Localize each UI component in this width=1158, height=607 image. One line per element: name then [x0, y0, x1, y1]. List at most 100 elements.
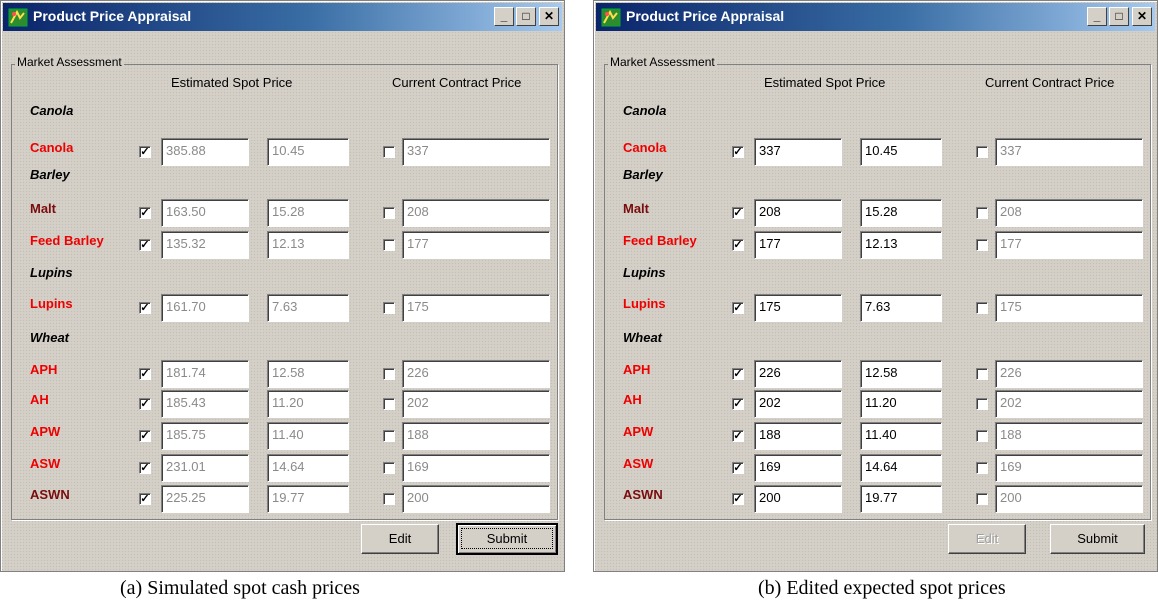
contract-checkbox[interactable]	[976, 146, 988, 158]
spot-checkbox[interactable]: ✓	[139, 493, 151, 505]
spot-price-field[interactable]: 177	[754, 231, 842, 259]
contract-price-field[interactable]: 226	[995, 360, 1143, 388]
spot-adjust-field[interactable]: 10.45	[267, 138, 349, 166]
contract-checkbox[interactable]	[383, 239, 395, 251]
spot-price-field[interactable]: 181.74	[161, 360, 249, 388]
spot-price-field[interactable]: 226	[754, 360, 842, 388]
spot-checkbox[interactable]: ✓	[139, 207, 151, 219]
spot-price-field[interactable]: 337	[754, 138, 842, 166]
spot-adjust-field[interactable]: 19.77	[860, 485, 942, 513]
spot-checkbox[interactable]: ✓	[732, 239, 744, 251]
spot-adjust-field[interactable]: 7.63	[267, 294, 349, 322]
maximize-button[interactable]: □	[1109, 7, 1129, 26]
contract-price-field[interactable]: 177	[402, 231, 550, 259]
spot-checkbox[interactable]: ✓	[139, 146, 151, 158]
contract-price-field[interactable]: 208	[402, 199, 550, 227]
contract-price-field[interactable]: 175	[402, 294, 550, 322]
contract-checkbox[interactable]	[383, 207, 395, 219]
spot-price-field[interactable]: 135.32	[161, 231, 249, 259]
contract-checkbox[interactable]	[383, 430, 395, 442]
contract-price-field[interactable]: 177	[995, 231, 1143, 259]
contract-checkbox[interactable]	[976, 493, 988, 505]
minimize-button[interactable]: _	[1087, 7, 1107, 26]
spot-checkbox[interactable]: ✓	[732, 493, 744, 505]
contract-price-field[interactable]: 188	[402, 422, 550, 450]
spot-checkbox[interactable]: ✓	[732, 462, 744, 474]
spot-adjust-field[interactable]: 14.64	[267, 454, 349, 482]
spot-price-field[interactable]: 175	[754, 294, 842, 322]
close-button[interactable]: ✕	[539, 7, 559, 26]
contract-price-field[interactable]: 169	[995, 454, 1143, 482]
close-button[interactable]: ✕	[1132, 7, 1152, 26]
minimize-button[interactable]: _	[494, 7, 514, 26]
spot-price-field[interactable]: 169	[754, 454, 842, 482]
spot-adjust-field[interactable]: 15.28	[267, 199, 349, 227]
contract-checkbox[interactable]	[976, 430, 988, 442]
contract-checkbox[interactable]	[383, 368, 395, 380]
spot-adjust-field[interactable]: 11.20	[860, 390, 942, 418]
contract-checkbox[interactable]	[383, 462, 395, 474]
contract-price-field[interactable]: 188	[995, 422, 1143, 450]
spot-adjust-field[interactable]: 11.40	[860, 422, 942, 450]
contract-price-field[interactable]: 208	[995, 199, 1143, 227]
contract-price-field[interactable]: 169	[402, 454, 550, 482]
contract-checkbox[interactable]	[976, 462, 988, 474]
spot-price-field[interactable]: 208	[754, 199, 842, 227]
spot-checkbox[interactable]: ✓	[732, 207, 744, 219]
spot-checkbox[interactable]: ✓	[139, 302, 151, 314]
contract-checkbox[interactable]	[383, 146, 395, 158]
spot-adjust-field[interactable]: 12.58	[860, 360, 942, 388]
spot-price-field[interactable]: 231.01	[161, 454, 249, 482]
edit-button[interactable]: Edit	[361, 524, 439, 554]
spot-adjust-field[interactable]: 12.58	[267, 360, 349, 388]
contract-price-field[interactable]: 337	[402, 138, 550, 166]
spot-checkbox[interactable]: ✓	[732, 146, 744, 158]
contract-checkbox[interactable]	[976, 239, 988, 251]
contract-price-field[interactable]: 200	[995, 485, 1143, 513]
spot-price-field[interactable]: 385.88	[161, 138, 249, 166]
contract-price-field[interactable]: 202	[995, 390, 1143, 418]
spot-checkbox[interactable]: ✓	[139, 368, 151, 380]
spot-checkbox[interactable]: ✓	[139, 462, 151, 474]
spot-price-field[interactable]: 225.25	[161, 485, 249, 513]
spot-checkbox[interactable]: ✓	[139, 430, 151, 442]
spot-adjust-field[interactable]: 12.13	[267, 231, 349, 259]
contract-price-field[interactable]: 202	[402, 390, 550, 418]
spot-price-field[interactable]: 202	[754, 390, 842, 418]
submit-button[interactable]: Submit	[1050, 524, 1145, 554]
spot-adjust-field[interactable]: 7.63	[860, 294, 942, 322]
contract-checkbox[interactable]	[383, 493, 395, 505]
edit-button[interactable]: Edit	[948, 524, 1026, 554]
spot-adjust-field[interactable]: 19.77	[267, 485, 349, 513]
contract-price-field[interactable]: 226	[402, 360, 550, 388]
spot-checkbox[interactable]: ✓	[732, 430, 744, 442]
spot-price-field[interactable]: 163.50	[161, 199, 249, 227]
contract-checkbox[interactable]	[383, 398, 395, 410]
spot-adjust-field[interactable]: 12.13	[860, 231, 942, 259]
contract-checkbox[interactable]	[383, 302, 395, 314]
spot-adjust-field[interactable]: 11.20	[267, 390, 349, 418]
spot-checkbox[interactable]: ✓	[139, 398, 151, 410]
maximize-button[interactable]: □	[516, 7, 536, 26]
spot-checkbox[interactable]: ✓	[732, 368, 744, 380]
contract-price-field[interactable]: 175	[995, 294, 1143, 322]
spot-checkbox[interactable]: ✓	[732, 302, 744, 314]
spot-price-field[interactable]: 161.70	[161, 294, 249, 322]
contract-checkbox[interactable]	[976, 302, 988, 314]
spot-adjust-field[interactable]: 15.28	[860, 199, 942, 227]
contract-checkbox[interactable]	[976, 207, 988, 219]
contract-checkbox[interactable]	[976, 398, 988, 410]
contract-price-field[interactable]: 337	[995, 138, 1143, 166]
spot-adjust-field[interactable]: 14.64	[860, 454, 942, 482]
spot-checkbox[interactable]: ✓	[732, 398, 744, 410]
submit-button[interactable]: Submit	[456, 523, 558, 555]
contract-checkbox[interactable]	[976, 368, 988, 380]
spot-checkbox[interactable]: ✓	[139, 239, 151, 251]
spot-adjust-field[interactable]: 10.45	[860, 138, 942, 166]
spot-price-field[interactable]: 200	[754, 485, 842, 513]
contract-price-field[interactable]: 200	[402, 485, 550, 513]
spot-price-field[interactable]: 185.75	[161, 422, 249, 450]
spot-price-field[interactable]: 188	[754, 422, 842, 450]
spot-adjust-field[interactable]: 11.40	[267, 422, 349, 450]
spot-price-field[interactable]: 185.43	[161, 390, 249, 418]
